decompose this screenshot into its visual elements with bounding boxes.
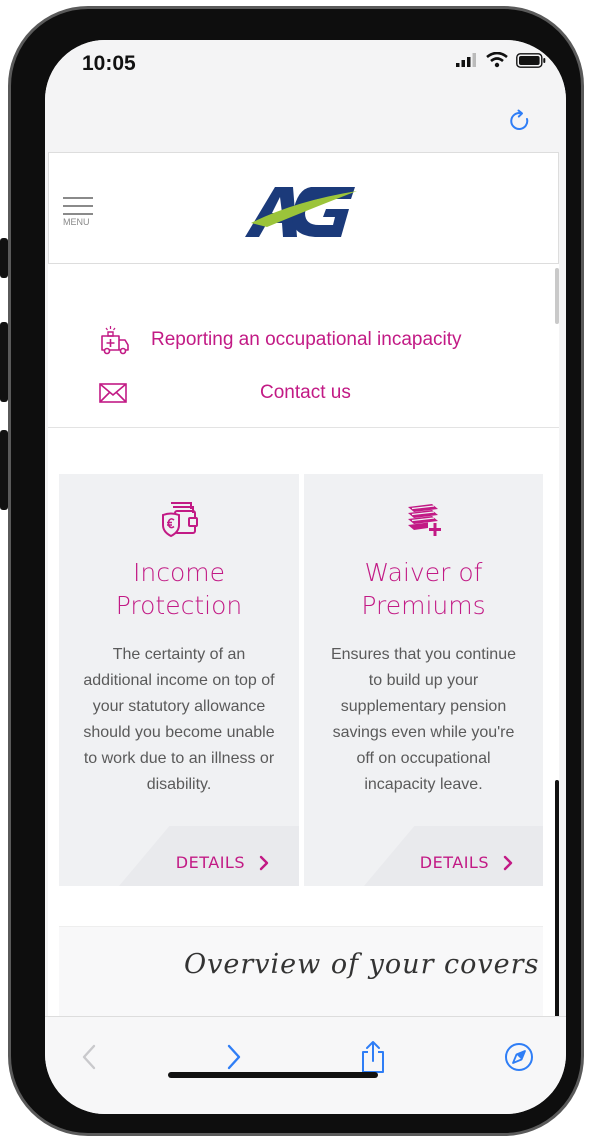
card-description: The certainty of an additional income on…: [69, 642, 289, 798]
card-desc-line: supplementary pension: [340, 698, 507, 715]
card-desc-line: Ensures that you continue: [330, 646, 516, 663]
content-area: Income Protection The certainty of an ad…: [48, 428, 559, 1018]
details-link[interactable]: DETAILS: [176, 853, 269, 872]
card-desc-line: additional income on top of: [83, 672, 275, 689]
card-desc-line: savings even while you're: [332, 724, 515, 741]
menu-button[interactable]: MENU: [63, 197, 97, 227]
ag-logo[interactable]: AG: [245, 183, 359, 239]
status-time: 10:05: [82, 52, 136, 75]
menu-icon-line: [63, 213, 93, 215]
card-desc-line: should you become unable: [83, 724, 275, 741]
scrollbar-thumb[interactable]: [555, 780, 559, 1020]
contact-us-label: Contact us: [260, 382, 351, 403]
menu-icon-line: [63, 205, 93, 207]
contact-us-link[interactable]: Contact us: [99, 382, 351, 404]
report-incapacity-label: Reporting an occupational incapacity: [151, 329, 462, 350]
card-title-line: Income: [133, 558, 225, 587]
card-desc-line: The certainty of an: [112, 646, 246, 663]
browser-top-bar: [45, 90, 566, 152]
waiver-of-premiums-card[interactable]: Waiver of Premiums Ensures that you cont…: [304, 474, 543, 886]
back-button[interactable]: [71, 1039, 107, 1075]
reload-icon[interactable]: [507, 108, 533, 134]
phone-frame: 10:05 MENU Reporting an occupational inc…: [0, 0, 591, 1141]
compass-icon: [505, 1043, 533, 1071]
browser-toolbar: [45, 1016, 566, 1114]
wifi-icon: [486, 52, 508, 68]
safari-compass-button[interactable]: [501, 1039, 537, 1075]
card-desc-line: off on occupational: [356, 750, 491, 767]
overview-of-covers-section[interactable]: Overview of your covers: [59, 926, 543, 1018]
details-label: DETAILS: [175, 853, 245, 872]
battery-icon: [516, 52, 546, 68]
card-desc-line: to build up your: [368, 672, 479, 689]
card-title-line: Premiums: [361, 591, 486, 620]
chevron-left-icon: [82, 1044, 96, 1070]
chevron-right-icon: [503, 855, 513, 870]
home-indicator: [168, 1072, 378, 1078]
money-stack-plus-icon: [407, 504, 441, 536]
card-desc-line: incapacity leave.: [364, 776, 483, 793]
card-title: Waiver of Premiums: [304, 556, 543, 622]
chevron-right-icon: [227, 1044, 241, 1070]
income-protection-card[interactable]: Income Protection The certainty of an ad…: [59, 474, 299, 886]
report-incapacity-link[interactable]: Reporting an occupational incapacity: [99, 324, 462, 356]
status-icons: [456, 52, 546, 68]
share-icon: [362, 1041, 384, 1073]
card-desc-line: disability.: [146, 776, 212, 793]
volume-down-button: [0, 430, 8, 510]
menu-icon-line: [63, 197, 93, 199]
scrollbar-top[interactable]: [555, 268, 559, 324]
overview-heading: Overview of your covers: [184, 949, 540, 980]
envelope-icon: [99, 383, 127, 403]
details-label: DETAILS: [419, 853, 489, 872]
forward-button[interactable]: [216, 1039, 252, 1075]
chevron-right-icon: [259, 855, 269, 870]
card-description: Ensures that you continue to build up yo…: [314, 642, 533, 798]
card-title-line: Waiver of: [364, 558, 483, 587]
menu-label: MENU: [63, 217, 90, 227]
status-bar: 10:05: [45, 40, 566, 90]
cellular-signal-icon: [456, 53, 476, 67]
euro-shield-wallet-icon: [162, 502, 198, 538]
screen: 10:05 MENU Reporting an occupational inc…: [45, 40, 566, 1114]
mute-switch: [0, 238, 8, 278]
card-title: Income Protection: [59, 556, 299, 622]
site-header: MENU AG: [48, 152, 559, 264]
card-desc-line: to work due to an illness or: [83, 750, 275, 767]
quick-links: Reporting an occupational incapacity Con…: [48, 264, 559, 428]
card-desc-line: your statutory allowance: [92, 698, 266, 715]
ambulance-icon: [101, 326, 129, 355]
details-link[interactable]: DETAILS: [420, 853, 513, 872]
volume-up-button: [0, 322, 8, 402]
share-button[interactable]: [355, 1039, 391, 1075]
card-title-line: Protection: [115, 591, 243, 620]
